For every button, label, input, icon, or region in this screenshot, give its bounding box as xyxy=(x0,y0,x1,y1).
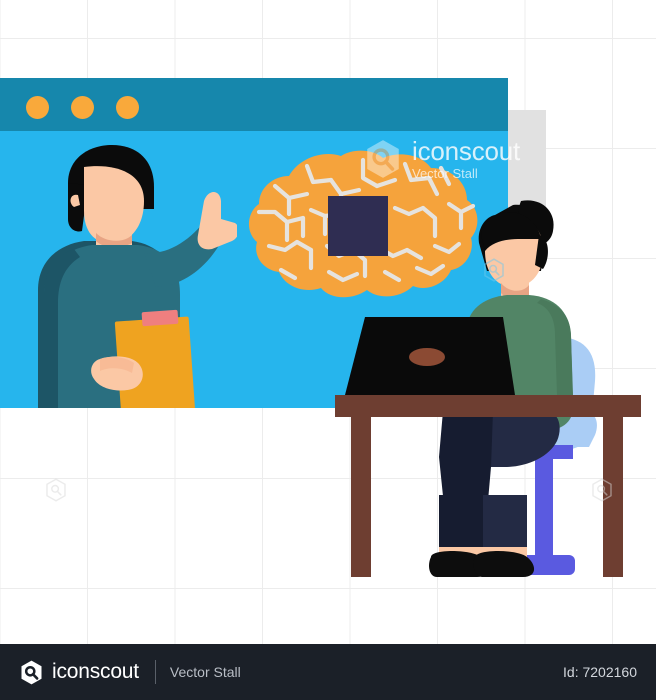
footer-author: Vector Stall xyxy=(169,664,241,680)
browser-titlebar xyxy=(0,78,508,131)
window-dot-1-icon[interactable] xyxy=(26,96,49,119)
footer-divider xyxy=(154,660,156,684)
footer-brand: iconscout xyxy=(52,660,139,683)
iconscout-hexagon-search-icon[interactable] xyxy=(19,660,44,685)
window-dot-3-icon[interactable] xyxy=(116,96,139,119)
illustration-canvas: iconscout Vector Stall iconscout Vector … xyxy=(0,0,656,700)
footer-asset-id: Id: 7202160 xyxy=(563,664,637,680)
window-dot-2-icon[interactable] xyxy=(71,96,94,119)
footer-bar: iconscout Vector Stall Id: 7202160 xyxy=(0,644,656,700)
presenter-icon xyxy=(38,145,239,418)
presenter-figure xyxy=(22,145,239,418)
brain-cpu-chip-icon xyxy=(328,196,388,256)
